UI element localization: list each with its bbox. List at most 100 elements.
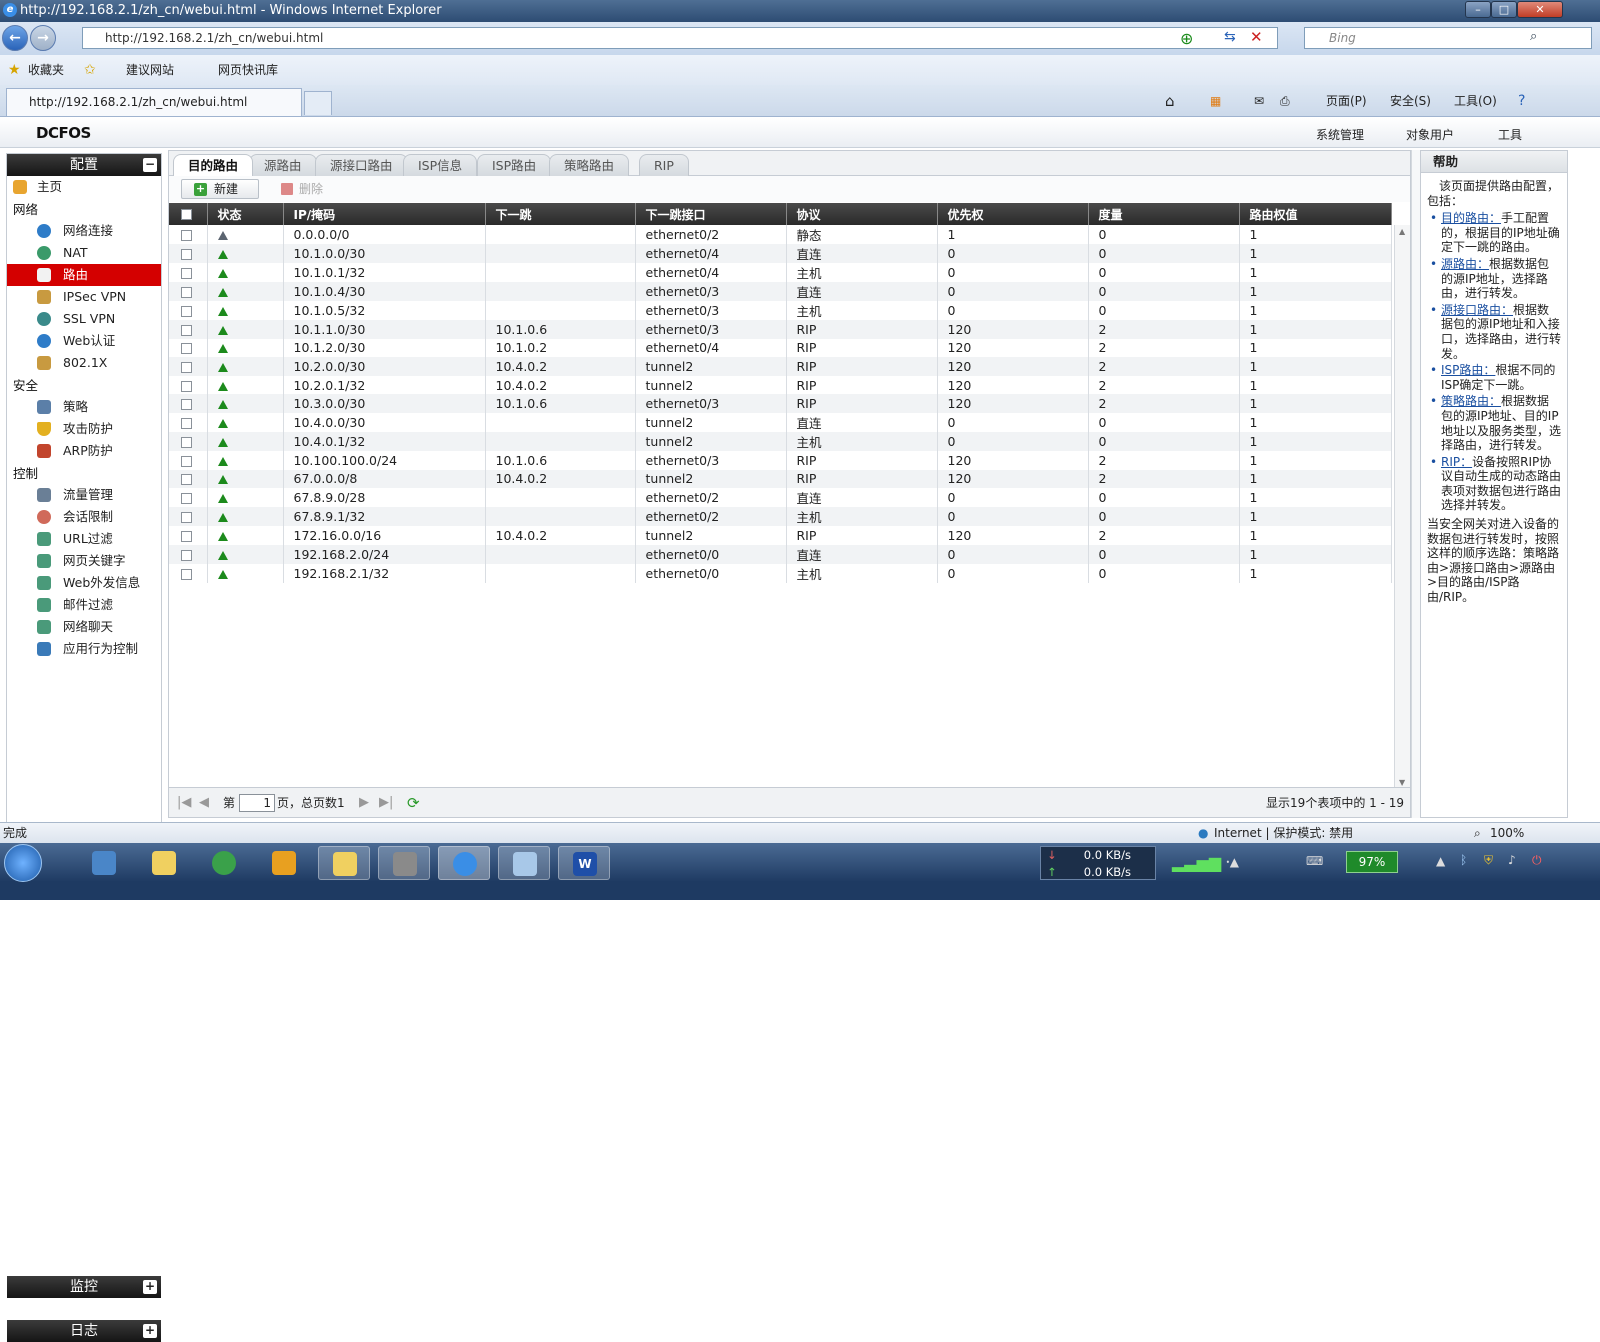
tab-isp-route[interactable]: ISP路由 [477, 154, 552, 176]
new-button[interactable]: + 新建 [181, 179, 259, 199]
help-link-source-interface-route[interactable]: 源接口路由： [1441, 303, 1513, 317]
row-checkbox[interactable] [181, 380, 192, 392]
taskbar-folder[interactable] [138, 846, 190, 880]
print-icon[interactable]: ⎙ [1280, 85, 1290, 117]
table-row[interactable]: 10.1.1.0/30 10.1.0.6 ethernet0/3 RIP 120 2 1 [169, 320, 1392, 339]
taskbar-device-manager[interactable] [378, 846, 430, 880]
help-splitter[interactable] [1411, 150, 1420, 818]
column-header-metric[interactable]: 度量 [1088, 203, 1240, 225]
column-header-route-weight[interactable]: 路由权值 [1239, 203, 1392, 225]
select-all-checkbox[interactable] [181, 209, 192, 220]
table-row[interactable]: 10.1.2.0/30 10.1.0.2 ethernet0/4 RIP 120 2 1 [169, 338, 1392, 358]
keyboard-icon[interactable]: ⌨ [1306, 854, 1323, 868]
taskbar-wps-writer[interactable]: W [558, 846, 610, 880]
bluetooth-icon[interactable]: ᛒ [1460, 853, 1467, 867]
row-checkbox[interactable] [181, 417, 192, 429]
table-row[interactable]: 10.1.0.1/32 ethernet0/4 主机 0 0 1 [169, 263, 1392, 282]
prev-page-icon[interactable]: ◀ [199, 788, 209, 818]
table-row[interactable]: 0.0.0.0/0 ethernet0/2 静态 1 0 1 [169, 225, 1392, 244]
maximize-button[interactable]: □ [1491, 1, 1517, 18]
sidebar-item-attack-defense[interactable]: 攻击防护 [7, 418, 161, 440]
taskbar-network-app[interactable] [78, 846, 130, 880]
row-checkbox[interactable] [181, 268, 192, 279]
sidebar-item-traffic-management[interactable]: 流量管理 [7, 484, 161, 506]
row-checkbox[interactable] [181, 249, 192, 260]
table-row[interactable]: 10.3.0.0/30 10.1.0.6 ethernet0/3 RIP 120 2 1 [169, 394, 1392, 413]
tab-isp-info[interactable]: ISP信息 [403, 154, 478, 176]
table-row[interactable]: 10.2.0.1/32 10.4.0.2 tunnel2 RIP 120 2 1 [169, 375, 1392, 395]
minimize-button[interactable]: – [1465, 1, 1491, 18]
table-row[interactable]: 172.16.0.0/16 10.4.0.2 tunnel2 RIP 120 2 1 [169, 526, 1392, 545]
log-panel-header[interactable]: 日志 + [7, 1320, 161, 1342]
last-page-icon[interactable]: ▶| [379, 788, 393, 818]
sidebar-item-network-connection[interactable]: 网络连接 [7, 220, 161, 242]
taskbar-chrome[interactable] [198, 846, 250, 880]
expand-icon[interactable]: + [143, 1324, 157, 1338]
home-icon[interactable]: ⌂ [1165, 85, 1175, 117]
tab-source-interface-route[interactable]: 源接口路由 [315, 154, 408, 176]
zoom-icon[interactable]: ⌕ [1474, 823, 1481, 843]
show-hidden-icons[interactable]: ▲ [1436, 854, 1445, 868]
row-checkbox[interactable] [181, 493, 192, 505]
sidebar-item-nat[interactable]: NAT [7, 242, 161, 264]
add-favorite-icon[interactable]: ✩ [84, 55, 96, 85]
address-input[interactable]: http://192.168.2.1/zh_cn/webui.html [82, 27, 1278, 49]
sidebar-item-web-outbound[interactable]: Web外发信息 [7, 572, 161, 594]
refresh-icon[interactable]: ⇆ [1224, 29, 1236, 45]
search-icon[interactable]: ⌕ [1530, 29, 1537, 44]
table-row[interactable]: 10.1.0.4/30 ethernet0/3 直连 0 0 1 [169, 282, 1392, 301]
page-number-input[interactable]: 1 [239, 794, 275, 812]
menu-tools[interactable]: 工具 [1498, 126, 1522, 143]
power-icon[interactable]: ⏻ [1532, 853, 1542, 868]
row-checkbox[interactable] [181, 512, 192, 524]
taskbar-notepad[interactable] [498, 846, 550, 880]
sidebar-item-url-filter[interactable]: URL过滤 [7, 528, 161, 550]
taskbar-outlook[interactable] [258, 846, 310, 880]
row-checkbox[interactable] [181, 361, 192, 373]
volume-icon[interactable]: ♪ [1508, 853, 1516, 867]
row-checkbox[interactable] [181, 568, 192, 580]
stop-icon[interactable]: ✕ [1250, 28, 1263, 46]
table-row[interactable]: 67.8.9.1/32 ethernet0/2 主机 0 0 1 [169, 507, 1392, 527]
help-link-source-route[interactable]: 源路由： [1441, 257, 1489, 271]
column-header-priority[interactable]: 优先权 [937, 203, 1089, 225]
close-window-button[interactable]: ✕ [1517, 1, 1563, 18]
table-row[interactable]: 192.168.2.1/32 ethernet0/0 主机 0 0 1 [169, 563, 1392, 583]
row-checkbox[interactable] [181, 230, 192, 241]
table-row[interactable]: 10.4.0.0/30 tunnel2 直连 0 0 1 [169, 412, 1392, 432]
table-row[interactable]: 67.0.0.0/8 10.4.0.2 tunnel2 RIP 120 2 1 [169, 469, 1392, 489]
suggested-sites-link[interactable]: 建议网站 [126, 55, 174, 85]
table-row[interactable]: 10.100.100.0/24 10.1.0.6 ethernet0/3 RIP 120… [169, 450, 1392, 470]
feeds-icon[interactable]: ▦ [1210, 85, 1221, 117]
row-checkbox[interactable] [181, 399, 192, 411]
row-checkbox[interactable] [181, 455, 192, 467]
zoom-level[interactable]: 100% [1490, 823, 1524, 843]
sidebar-item-ipsec-vpn[interactable]: IPSec VPN [7, 286, 161, 308]
table-row[interactable]: 67.8.9.0/28 ethernet0/2 直连 0 0 1 [169, 488, 1392, 508]
monitor-panel-header[interactable]: 监控 + [7, 1276, 161, 1298]
tab-policy-route[interactable]: 策略路由 [549, 154, 630, 176]
sidebar-item-policy[interactable]: 策略 [7, 396, 161, 418]
taskbar-internet-explorer[interactable] [438, 846, 490, 880]
row-checkbox[interactable] [181, 306, 192, 317]
table-row[interactable]: 192.168.2.0/24 ethernet0/0 直连 0 0 1 [169, 544, 1392, 564]
favorites-button[interactable]: 收藏夹 [28, 55, 64, 85]
safety-menu[interactable]: 安全(S) [1390, 85, 1431, 117]
scroll-down-icon[interactable]: ▼ [1399, 778, 1405, 787]
back-button[interactable]: ← [2, 25, 28, 51]
sidebar-item-web-auth[interactable]: Web认证 [7, 330, 161, 352]
table-scrollbar[interactable]: ▲ ▼ [1394, 225, 1410, 789]
help-link-rip[interactable]: RIP： [1441, 455, 1472, 469]
column-header-ip-mask[interactable]: IP/掩码 [283, 203, 486, 225]
collapse-icon[interactable]: − [143, 158, 157, 172]
taskbar-explorer[interactable] [318, 846, 370, 880]
row-checkbox[interactable] [181, 287, 192, 298]
help-icon[interactable]: ? [1518, 85, 1525, 117]
sidebar-item-app-control[interactable]: 应用行为控制 [7, 638, 161, 660]
row-checkbox[interactable] [181, 343, 192, 355]
tab-source-route[interactable]: 源路由 [249, 154, 317, 176]
column-header-next-hop[interactable]: 下一跳 [485, 203, 636, 225]
start-button[interactable] [4, 844, 42, 882]
search-input[interactable]: Bing [1304, 27, 1592, 49]
sidebar-item-8021x[interactable]: 802.1X [7, 352, 161, 374]
